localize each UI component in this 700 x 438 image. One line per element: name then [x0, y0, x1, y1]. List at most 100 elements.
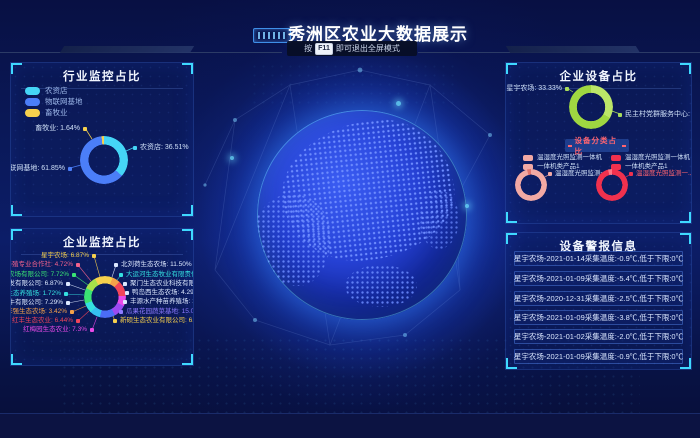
callout-right-2: 聚门生态农业科技有限公 — [123, 281, 194, 288]
globe — [257, 110, 467, 320]
callout-left-1: 超禽养殖专业合作社: 4.72% — [10, 262, 80, 269]
callout-dot — [76, 319, 80, 323]
callout-livestock: 畜牧业: 1.64% — [35, 125, 87, 132]
callout-left-5: 中奶牛有限公司: 7.29% — [10, 300, 70, 307]
callout-text: 中奶牛有限公司: 7.29% — [10, 300, 63, 307]
panel-enterprise-device: 企业设备占比 星宇农场: 33.33% 民主村党群服务中心: 设备分类占比 温湿… — [505, 62, 692, 224]
glow-dot — [230, 156, 234, 160]
callout-dot — [123, 282, 127, 286]
callout-text: 鸭岛西生态农场: 4.29 — [132, 290, 194, 297]
alarm-text: 星宇农场-2021-01-09采集温度:-3.8℃,低于下限:0℃ — [514, 312, 683, 323]
callout-dot — [90, 328, 94, 332]
callout-dot — [119, 310, 123, 314]
donut-chart-category-pink[interactable] — [515, 169, 547, 201]
callout-dot — [66, 282, 70, 286]
callout-text: 聚门生态农业科技有限公 — [130, 281, 194, 288]
hint-prefix: 按 — [304, 43, 312, 54]
legend-item-pink-1[interactable]: 温湿度光照监测一体机 — [523, 155, 602, 162]
continent-dots-west — [257, 194, 331, 286]
callout-text: 丰源水产种苗养殖场: 1. — [130, 299, 194, 306]
alarm-row: 星宇农场-2021-01-09采集温度:-3.8℃,低于下限:0℃ — [514, 310, 683, 325]
panel-alarms: 设备警报信息 星宇农场-2021-01-14采集温度:-0.9℃,低于下限:0℃… — [505, 232, 692, 370]
legend-item-livestock[interactable]: 畜牧业 — [25, 109, 68, 117]
legend-swatch — [611, 155, 621, 161]
callout-left-8: 红梅园生态农业: 7.3% — [23, 327, 94, 334]
callout-text: 温湿度光照监测一... — [636, 171, 692, 178]
tech-badge-icon — [253, 28, 291, 43]
callout-text: 国开发有限公司: 6.87% — [10, 281, 63, 288]
alarm-text: 星宇农场-2020-12-31采集温度:-2.5℃,低于下限:0℃ — [514, 293, 683, 304]
panel-title-device: 企业设备占比 — [506, 68, 691, 84]
donut-chart-industry[interactable] — [80, 136, 128, 184]
callout-left-0: 星宇农场: 6.87% — [41, 253, 96, 260]
callout-dot — [629, 172, 633, 176]
callout-dot — [114, 263, 118, 267]
callout-text: 七华生态养殖场: 1.72% — [10, 291, 61, 298]
callout-dot — [70, 310, 74, 314]
panel-industry-monitor: 行业监控占比 农资店 物联网基地 畜牧业 畜牧业: 1.64% 农资店: 36.… — [10, 62, 194, 217]
callout-dot — [548, 172, 552, 176]
sub-panel-title-device-category: 设备分类占比 — [565, 139, 629, 152]
donut-chart-category-red[interactable] — [596, 169, 628, 201]
alarm-text: 星宇农场-2021-01-14采集温度:-0.9℃,低于下限:0℃ — [514, 253, 683, 264]
callout-left-3: 国开发有限公司: 6.87% — [10, 281, 70, 288]
callout-right-4: 丰源水产种苗养殖场: 1. — [123, 299, 194, 306]
legend-swatch — [25, 87, 40, 95]
legend-swatch — [25, 109, 40, 117]
callout-text: 超禽养殖专业合作社: 4.72% — [10, 262, 73, 269]
callout-dot — [125, 291, 129, 295]
callout-right-0: 北刘荷生态农场: 11.50% — [114, 262, 192, 269]
callout-left-7: 红丰生态农业: 6.44% — [12, 318, 80, 325]
legend-swatch — [25, 98, 40, 106]
callout-right-6: 新硕生态农业有限公司: 6.87% — [113, 318, 194, 325]
callout-text: 畜牧业: 1.64% — [35, 125, 80, 132]
legend-item-iot[interactable]: 物联网基地 — [25, 98, 83, 106]
legend-label: 畜牧业 — [45, 109, 68, 117]
header-deco-right — [506, 46, 640, 53]
callout-dot — [113, 319, 117, 323]
callout-dot — [72, 273, 76, 277]
alarm-text: 星宇农场-2021-01-02采集温度:-2.0℃,低于下限:0℃ — [514, 331, 683, 342]
panel-title-enterprise: 企业监控占比 — [11, 234, 193, 250]
callout-text: 北刘荷生态农场: 11.50% — [121, 262, 192, 269]
panel-title-industry: 行业监控占比 — [11, 68, 193, 84]
legend-label: 温湿度光照监测一体机 — [625, 155, 690, 162]
callout-text: 星宇农场: 6.87% — [41, 253, 89, 260]
continent-dots-east — [419, 190, 459, 249]
legend-item-store[interactable]: 农资店 — [25, 87, 68, 95]
legend-swatch — [523, 155, 533, 161]
alarm-row: 星宇农场-2021-01-09采集温度:-0.9℃,低于下限:0℃ — [514, 349, 683, 364]
legend-item-red-1[interactable]: 温湿度光照监测一体机 — [611, 155, 690, 162]
callout-text: 物联网基地: 61.85% — [10, 165, 65, 172]
callout-text: 家绿农场有限公司: 7.72% — [10, 272, 69, 279]
callout-text: 民主村党群服务中心: — [625, 111, 690, 118]
panel-enterprise-monitor: 企业监控占比 星宇农场: 6.87% — [10, 228, 194, 366]
callout-left-6: 李强生态农场: 3.42% — [10, 309, 74, 316]
callout-text: 新硕生态农业有限公司: 6.87% — [120, 318, 194, 325]
alarm-row: 星宇农场-2020-12-31采集温度:-2.5℃,低于下限:0℃ — [514, 291, 683, 306]
callout-iot: 物联网基地: 61.85% — [10, 165, 72, 172]
callout-right-1: 大运河生态牧业有限责任公 — [119, 272, 194, 279]
donut-chart-device[interactable] — [569, 85, 613, 129]
alarm-text: 星宇农场-2021-01-09采集温度:-5.4℃,低于下限:0℃ — [514, 273, 683, 284]
glow-dot — [396, 101, 401, 106]
callout-dot — [68, 167, 72, 171]
callout-dot — [618, 113, 622, 117]
callout-dot — [565, 87, 569, 91]
alarm-text: 星宇农场-2021-01-09采集温度:-0.9℃,低于下限:0℃ — [514, 351, 683, 362]
alarm-row: 星宇农场-2021-01-02采集温度:-2.0℃,低于下限:0℃ — [514, 329, 683, 344]
callout-dot — [123, 300, 127, 304]
hint-suffix: 即可退出全屏模式 — [336, 43, 400, 54]
hint-key-f11: F11 — [315, 43, 333, 55]
dashboard-stage: 秀洲区农业大数据展示 按 F11 即可退出全屏模式 行业监控占比 农资店 物联网… — [0, 0, 700, 438]
legend-label: 农资店 — [45, 87, 68, 95]
callout-left-4: 七华生态养殖场: 1.72% — [10, 291, 68, 298]
callout-dot — [66, 301, 70, 305]
continent-dots-south — [345, 265, 416, 307]
callout-dot — [133, 146, 137, 150]
callout-text: 李强生态农场: 3.42% — [10, 309, 67, 316]
callout-dot — [76, 263, 80, 267]
header-deco-left — [60, 46, 194, 53]
callout-text: 红梅园生态农业: 7.3% — [23, 327, 87, 334]
callout-device-right: 民主村党群服务中心: — [618, 111, 690, 118]
